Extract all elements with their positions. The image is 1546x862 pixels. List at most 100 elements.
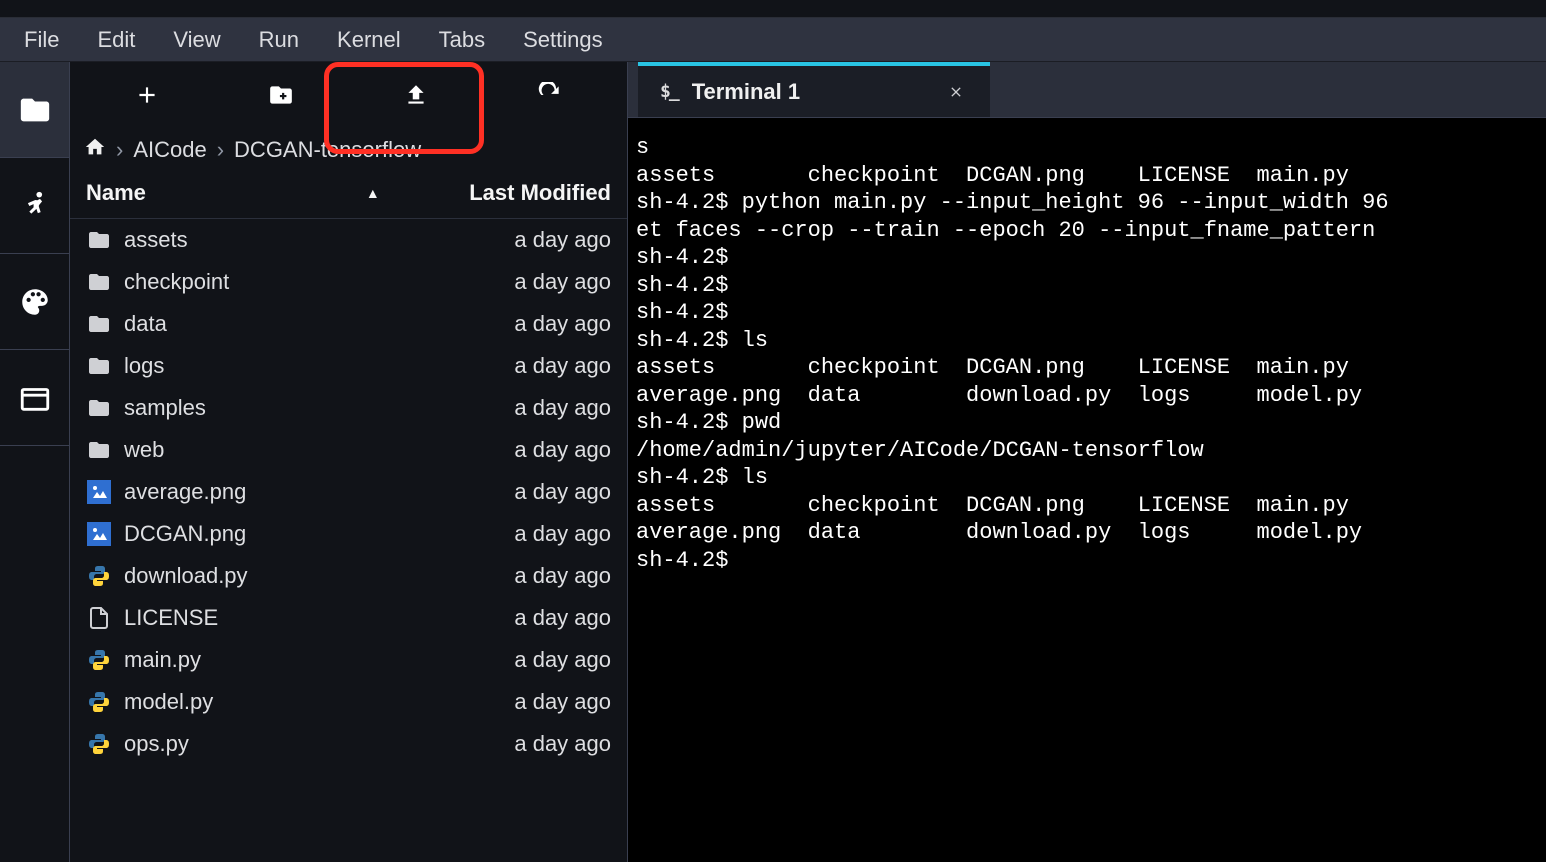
new-folder-icon bbox=[268, 82, 294, 108]
file-row[interactable]: LICENSE a day ago bbox=[70, 597, 627, 639]
tab-terminal-1[interactable]: $_ Terminal 1 bbox=[638, 62, 990, 117]
python-icon bbox=[86, 647, 112, 673]
upload-icon bbox=[403, 82, 429, 108]
file-modified: a day ago bbox=[514, 563, 611, 589]
file-row[interactable]: web a day ago bbox=[70, 429, 627, 471]
file-modified: a day ago bbox=[514, 269, 611, 295]
file-name: web bbox=[124, 437, 164, 463]
folder-icon bbox=[86, 353, 112, 379]
workspace: $_ Terminal 1 s assets checkpoint DCGAN.… bbox=[628, 62, 1546, 862]
refresh-button[interactable] bbox=[483, 68, 617, 122]
file-modified: a day ago bbox=[514, 353, 611, 379]
file-row[interactable]: DCGAN.png a day ago bbox=[70, 513, 627, 555]
file-row[interactable]: download.py a day ago bbox=[70, 555, 627, 597]
folder-icon bbox=[86, 437, 112, 463]
file-row[interactable]: model.py a day ago bbox=[70, 681, 627, 723]
file-row[interactable]: ops.py a day ago bbox=[70, 723, 627, 765]
menu-tabs[interactable]: Tabs bbox=[421, 19, 503, 61]
file-name: logs bbox=[124, 353, 164, 379]
new-launcher-button[interactable] bbox=[80, 68, 214, 122]
file-row[interactable]: logs a day ago bbox=[70, 345, 627, 387]
menubar: FileEditViewRunKernelTabsSettings bbox=[0, 18, 1546, 62]
file-row[interactable]: average.png a day ago bbox=[70, 471, 627, 513]
file-name: model.py bbox=[124, 689, 213, 715]
folder-icon bbox=[86, 311, 112, 337]
file-modified: a day ago bbox=[514, 437, 611, 463]
file-name: DCGAN.png bbox=[124, 521, 246, 547]
file-modified: a day ago bbox=[514, 227, 611, 253]
new-folder-button[interactable] bbox=[214, 68, 348, 122]
menu-view[interactable]: View bbox=[155, 19, 238, 61]
home-icon bbox=[84, 136, 106, 158]
column-name-label: Name bbox=[86, 180, 146, 206]
file-browser: › AICode › DCGAN-tensorflow Name ▲ Last … bbox=[70, 62, 628, 862]
file-row[interactable]: checkpoint a day ago bbox=[70, 261, 627, 303]
file-list-header[interactable]: Name ▲ Last Modified bbox=[70, 168, 627, 219]
tabs-icon bbox=[18, 381, 52, 415]
refresh-icon bbox=[537, 82, 563, 108]
breadcrumb: › AICode › DCGAN-tensorflow bbox=[70, 128, 627, 168]
file-name: assets bbox=[124, 227, 188, 253]
file-icon bbox=[86, 605, 112, 631]
breadcrumb-sep: › bbox=[112, 137, 127, 163]
menu-kernel[interactable]: Kernel bbox=[319, 19, 419, 61]
file-modified: a day ago bbox=[514, 605, 611, 631]
python-icon bbox=[86, 563, 112, 589]
menu-settings[interactable]: Settings bbox=[505, 19, 621, 61]
file-modified: a day ago bbox=[514, 395, 611, 421]
tab-title: Terminal 1 bbox=[692, 79, 800, 105]
folder-icon bbox=[86, 395, 112, 421]
close-icon bbox=[948, 84, 964, 100]
file-row[interactable]: assets a day ago bbox=[70, 219, 627, 261]
file-list: assets a day ago checkpoint a day ago data a … bbox=[70, 219, 627, 862]
file-name: samples bbox=[124, 395, 206, 421]
file-modified: a day ago bbox=[514, 521, 611, 547]
python-icon bbox=[86, 731, 112, 757]
image-icon bbox=[86, 479, 112, 505]
terminal-output[interactable]: s assets checkpoint DCGAN.png LICENSE ma… bbox=[628, 118, 1546, 862]
file-modified: a day ago bbox=[514, 689, 611, 715]
column-modified-label: Last Modified bbox=[469, 180, 611, 206]
file-modified: a day ago bbox=[514, 311, 611, 337]
image-icon bbox=[86, 521, 112, 547]
tab-bar: $_ Terminal 1 bbox=[628, 62, 1546, 118]
plus-icon bbox=[134, 82, 160, 108]
terminal-icon: $_ bbox=[660, 81, 678, 102]
breadcrumb-item-1[interactable]: DCGAN-tensorflow bbox=[234, 137, 421, 163]
activity-tabs[interactable] bbox=[0, 350, 69, 446]
menu-file[interactable]: File bbox=[6, 19, 77, 61]
file-toolbar bbox=[70, 62, 627, 128]
folder-icon bbox=[18, 93, 52, 127]
activity-folder[interactable] bbox=[0, 62, 69, 158]
file-name: average.png bbox=[124, 479, 246, 505]
activity-running[interactable] bbox=[0, 158, 69, 254]
breadcrumb-home[interactable] bbox=[84, 136, 106, 164]
sort-asc-icon: ▲ bbox=[366, 185, 380, 201]
file-modified: a day ago bbox=[514, 479, 611, 505]
file-row[interactable]: data a day ago bbox=[70, 303, 627, 345]
file-modified: a day ago bbox=[514, 731, 611, 757]
menu-edit[interactable]: Edit bbox=[79, 19, 153, 61]
main-area: › AICode › DCGAN-tensorflow Name ▲ Last … bbox=[0, 62, 1546, 862]
tab-close-button[interactable] bbox=[944, 80, 968, 104]
upload-button[interactable] bbox=[349, 68, 483, 122]
running-icon bbox=[18, 189, 52, 223]
file-modified: a day ago bbox=[514, 647, 611, 673]
activity-palette[interactable] bbox=[0, 254, 69, 350]
file-name: download.py bbox=[124, 563, 248, 589]
breadcrumb-sep: › bbox=[213, 137, 228, 163]
breadcrumb-item-0[interactable]: AICode bbox=[133, 137, 206, 163]
file-name: ops.py bbox=[124, 731, 189, 757]
file-name: main.py bbox=[124, 647, 201, 673]
titlebar-spacer bbox=[0, 0, 1546, 18]
palette-icon bbox=[18, 285, 52, 319]
menu-run[interactable]: Run bbox=[241, 19, 317, 61]
file-name: checkpoint bbox=[124, 269, 229, 295]
file-row[interactable]: main.py a day ago bbox=[70, 639, 627, 681]
file-name: LICENSE bbox=[124, 605, 218, 631]
file-row[interactable]: samples a day ago bbox=[70, 387, 627, 429]
folder-icon bbox=[86, 269, 112, 295]
activity-bar bbox=[0, 62, 70, 862]
file-name: data bbox=[124, 311, 167, 337]
python-icon bbox=[86, 689, 112, 715]
